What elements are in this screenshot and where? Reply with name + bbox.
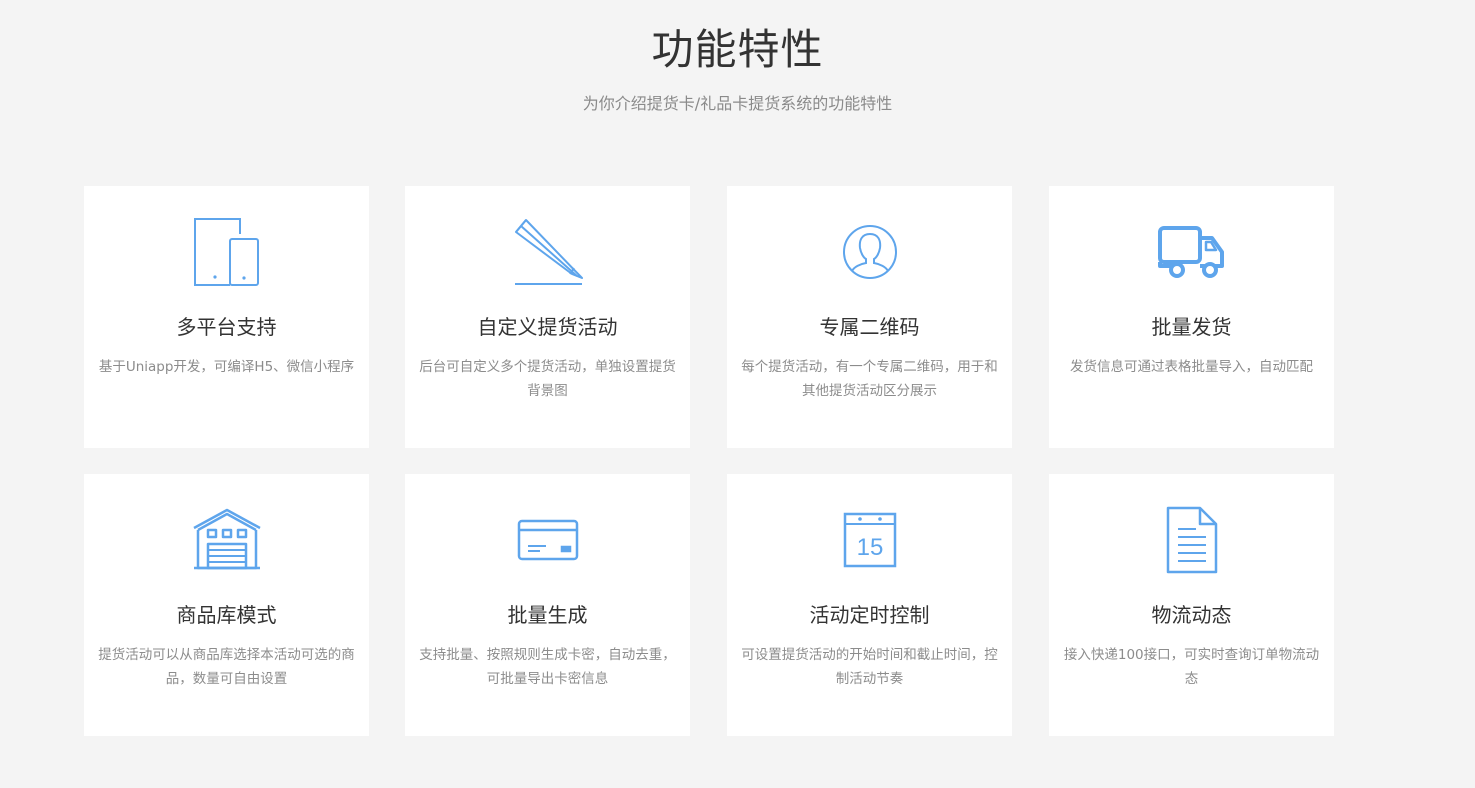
feature-card-timed-control: 15 活动定时控制 可设置提货活动的开始时间和截止时间，控制活动节奏 xyxy=(727,474,1012,736)
page-subtitle: 为你介绍提货卡/礼品卡提货系统的功能特性 xyxy=(582,94,893,113)
devices-icon xyxy=(84,214,369,290)
page-title: 功能特性 xyxy=(651,25,824,74)
feature-title: 多平台支持 xyxy=(176,315,277,339)
document-icon xyxy=(1049,502,1334,578)
feature-card-batch-generate: 批量生成 支持批量、按照规则生成卡密，自动去重，可批量导出卡密信息 xyxy=(405,474,690,736)
warehouse-icon xyxy=(84,502,369,578)
feature-title: 活动定时控制 xyxy=(809,603,930,627)
feature-card-custom-activity: 自定义提货活动 后台可自定义多个提货活动，单独设置提货背景图 xyxy=(405,186,690,448)
feature-title: 专属二维码 xyxy=(819,315,920,339)
feature-description: 支持批量、按照规则生成卡密，自动去重，可批量导出卡密信息 xyxy=(419,647,676,687)
feature-title: 物流动态 xyxy=(1151,603,1232,627)
feature-title: 批量发货 xyxy=(1151,315,1232,339)
feature-description: 后台可自定义多个提货活动，单独设置提货背景图 xyxy=(419,359,676,399)
feature-description: 基于Uniapp开发，可编译H5、微信小程序 xyxy=(98,359,355,375)
feature-card-product-library: 商品库模式 提货活动可以从商品库选择本活动可选的商品，数量可自由设置 xyxy=(84,474,369,736)
feature-title: 批量生成 xyxy=(507,603,588,627)
feature-card-logistics: 物流动态 接入快递100接口，可实时查询订单物流动态 xyxy=(1049,474,1334,736)
feature-title: 自定义提货活动 xyxy=(477,315,618,339)
delivery-truck-icon xyxy=(1049,214,1334,290)
feature-grid: 多平台支持 基于Uniapp开发，可编译H5、微信小程序 自定义提货活动 后台可… xyxy=(84,186,1335,736)
feature-description: 接入快递100接口，可实时查询订单物流动态 xyxy=(1063,647,1320,687)
credit-card-icon xyxy=(405,502,690,578)
feature-description: 提货活动可以从商品库选择本活动可选的商品，数量可自由设置 xyxy=(98,647,355,687)
feature-description: 每个提货活动，有一个专属二维码，用于和其他提货活动区分展示 xyxy=(741,359,998,399)
user-avatar-icon xyxy=(727,214,1012,290)
feature-title: 商品库模式 xyxy=(176,603,277,627)
calendar-day: 15 xyxy=(856,534,883,561)
pencil-icon xyxy=(405,214,690,290)
feature-card-batch-delivery: 批量发货 发货信息可通过表格批量导入，自动匹配 xyxy=(1049,186,1334,448)
feature-card-multi-platform: 多平台支持 基于Uniapp开发，可编译H5、微信小程序 xyxy=(84,186,369,448)
calendar-icon: 15 xyxy=(727,502,1012,578)
feature-description: 发货信息可通过表格批量导入，自动匹配 xyxy=(1070,359,1313,375)
feature-card-qrcode: 专属二维码 每个提货活动，有一个专属二维码，用于和其他提货活动区分展示 xyxy=(727,186,1012,448)
feature-description: 可设置提货活动的开始时间和截止时间，控制活动节奏 xyxy=(741,647,998,687)
